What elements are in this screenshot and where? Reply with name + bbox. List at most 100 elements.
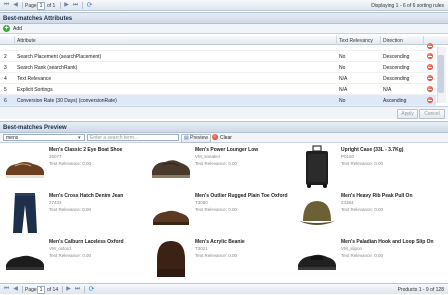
- denim-jeans-image: [13, 193, 37, 233]
- black-suitcase-image: [306, 145, 328, 188]
- product-sku: VM_oxford: [49, 246, 71, 251]
- preview-button[interactable]: ▤ Preview: [181, 134, 211, 143]
- text-relevancy: N/A: [339, 87, 348, 93]
- product-card[interactable]: Men's Heavy Rib Peak Pull On 24384 Text …: [295, 191, 443, 238]
- bottom-pager: ⏮ ◀ Page 1 of 14 ▶ ⏭ ⟳ Products 1 - 9 of…: [0, 283, 448, 294]
- product-card[interactable]: Men's Outlier Rugged Plain Toe Oxford T3…: [149, 191, 297, 238]
- column-divider: [423, 36, 424, 45]
- product-relevance: Text Relevance: 0.00: [49, 207, 92, 212]
- last-page-icon[interactable]: ⏭: [72, 2, 79, 9]
- attributes-footer: Apply Cancel: [0, 106, 448, 119]
- table-row[interactable]: 3 Search Rank (searchRank) No Descending: [0, 62, 436, 73]
- product-sku: T3021: [195, 246, 208, 251]
- row-number: 6: [4, 98, 7, 104]
- add-button[interactable]: Add: [13, 26, 22, 32]
- brown-oxford-image: [153, 210, 189, 225]
- first-page-icon[interactable]: ⏮: [3, 2, 10, 9]
- first-page-icon[interactable]: ⏮: [3, 286, 10, 293]
- last-page-icon[interactable]: ⏭: [74, 286, 81, 293]
- product-relevance: Text Relevance: 0.00: [195, 161, 238, 166]
- row-number: 5: [4, 87, 7, 93]
- text-relevancy: No: [339, 98, 346, 104]
- direction: N/A: [383, 87, 392, 93]
- product-relevance: Text Relevance: 0.00: [341, 161, 384, 166]
- row-number: 3: [4, 65, 7, 71]
- product-card[interactable]: Men's Paladian Hook and Loop Slip On VM_…: [295, 237, 443, 284]
- divider: [22, 286, 23, 293]
- table-row-selected[interactable]: 6 Conversion Rate (30 Days) (conversionR…: [0, 95, 436, 106]
- refresh-icon[interactable]: ⟳: [88, 286, 95, 293]
- clear-icon[interactable]: [212, 134, 218, 140]
- delete-icon[interactable]: [427, 64, 433, 70]
- column-divider: [380, 36, 381, 45]
- search-input[interactable]: Enter a search term...: [87, 134, 179, 141]
- product-relevance: Text Relevance: 0.00: [195, 207, 238, 212]
- delete-icon[interactable]: [427, 97, 433, 103]
- delete-icon[interactable]: [427, 86, 433, 92]
- column-header-direction[interactable]: Direction: [383, 38, 403, 44]
- chevron-down-icon[interactable]: ▾: [78, 135, 81, 141]
- product-relevance: Text Relevance: 0.00: [49, 253, 92, 258]
- product-relevance: Text Relevance: 0.00: [341, 253, 384, 258]
- product-card[interactable]: Upright Case (33L - 3.7Kg) P0150 Text Re…: [295, 145, 443, 192]
- cancel-button[interactable]: Cancel: [419, 109, 445, 119]
- refresh-icon[interactable]: ⟳: [86, 2, 93, 9]
- brown-beanie-image: [157, 241, 185, 277]
- product-card[interactable]: Men's Acrylic Beanie T3021 Text Relevanc…: [149, 237, 297, 284]
- product-sku: 27433: [49, 200, 62, 205]
- page-input[interactable]: 1: [37, 2, 45, 10]
- table-row[interactable]: 4 Text Relevance N/A Descending: [0, 73, 436, 84]
- product-name: Men's Paladian Hook and Loop Slip On: [341, 239, 434, 245]
- product-sku: VM_slipon: [341, 246, 363, 251]
- product-name: Men's Power Lounger Low: [195, 147, 259, 153]
- attributes-panel-title: Best-matches Attributes: [0, 12, 448, 24]
- next-page-icon[interactable]: ▶: [63, 2, 70, 9]
- direction: Ascending: [383, 98, 407, 104]
- clear-button[interactable]: Clear: [220, 135, 232, 141]
- divider: [60, 2, 61, 9]
- delete-icon[interactable]: [427, 75, 433, 81]
- product-name: Men's Calburn Laceless Oxford: [49, 239, 124, 245]
- column-header-relevancy[interactable]: Text Relevancy: [339, 38, 373, 44]
- divider: [84, 286, 85, 293]
- product-sku: VM_sneaker: [195, 154, 221, 159]
- page-label: Page: [25, 3, 37, 9]
- table-row[interactable]: 2 Search Placement (searchPlacement) No …: [0, 51, 436, 62]
- product-sku: T3050: [195, 200, 208, 205]
- delete-icon[interactable]: [427, 43, 433, 49]
- direction: Descending: [383, 65, 410, 71]
- table-row[interactable]: 5 Explicit Sortings N/A N/A: [0, 84, 436, 95]
- next-page-icon[interactable]: ▶: [65, 286, 72, 293]
- preview-toolbar: mens ▾ Enter a search term... ▤ Preview …: [0, 133, 448, 143]
- add-icon[interactable]: +: [3, 25, 10, 32]
- product-grid: Men's Classic 2 Eye Boat Shoe 25077 Text…: [0, 144, 448, 281]
- olive-hat-image: [299, 201, 335, 225]
- text-relevancy: N/A: [339, 76, 348, 82]
- attribute-name: Conversion Rate (30 Days) (conversionRat…: [17, 98, 117, 104]
- apply-button[interactable]: Apply: [397, 109, 418, 119]
- column-divider: [336, 36, 337, 45]
- product-card[interactable]: Men's Cross Hatch Denim Jean 27433 Text …: [3, 191, 151, 238]
- column-header-attribute[interactable]: Attribute: [17, 38, 36, 44]
- prev-page-icon[interactable]: ◀: [12, 286, 19, 293]
- attributes-grid-header: Attribute Text Relevancy Direction: [0, 36, 448, 45]
- attribute-name: Explicit Sortings: [17, 87, 53, 93]
- preview-icon: ▤: [184, 135, 189, 141]
- scrollbar-thumb[interactable]: [438, 55, 444, 93]
- attribute-name: Search Placement (searchPlacement): [17, 54, 102, 60]
- category-select[interactable]: mens: [3, 134, 85, 141]
- black-oxford-image: [6, 255, 44, 270]
- product-card[interactable]: Men's Calburn Laceless Oxford VM_oxford …: [3, 237, 151, 284]
- product-sku: 25077: [49, 154, 62, 159]
- delete-icon[interactable]: [427, 53, 433, 59]
- preview-panel-title: Best-matches Preview: [0, 121, 448, 133]
- product-name: Men's Outlier Rugged Plain Toe Oxford: [195, 193, 288, 199]
- pager-status: Displaying 1 - 6 of 6 sorting rules: [371, 3, 444, 9]
- brown-boat-shoe-image: [6, 162, 44, 178]
- page-label: Page: [25, 287, 37, 293]
- direction: Descending: [383, 76, 410, 82]
- page-input[interactable]: 1: [37, 286, 45, 294]
- product-card[interactable]: Men's Power Lounger Low VM_sneaker Text …: [149, 145, 297, 192]
- product-card[interactable]: Men's Classic 2 Eye Boat Shoe 25077 Text…: [3, 145, 151, 192]
- prev-page-icon[interactable]: ◀: [12, 2, 19, 9]
